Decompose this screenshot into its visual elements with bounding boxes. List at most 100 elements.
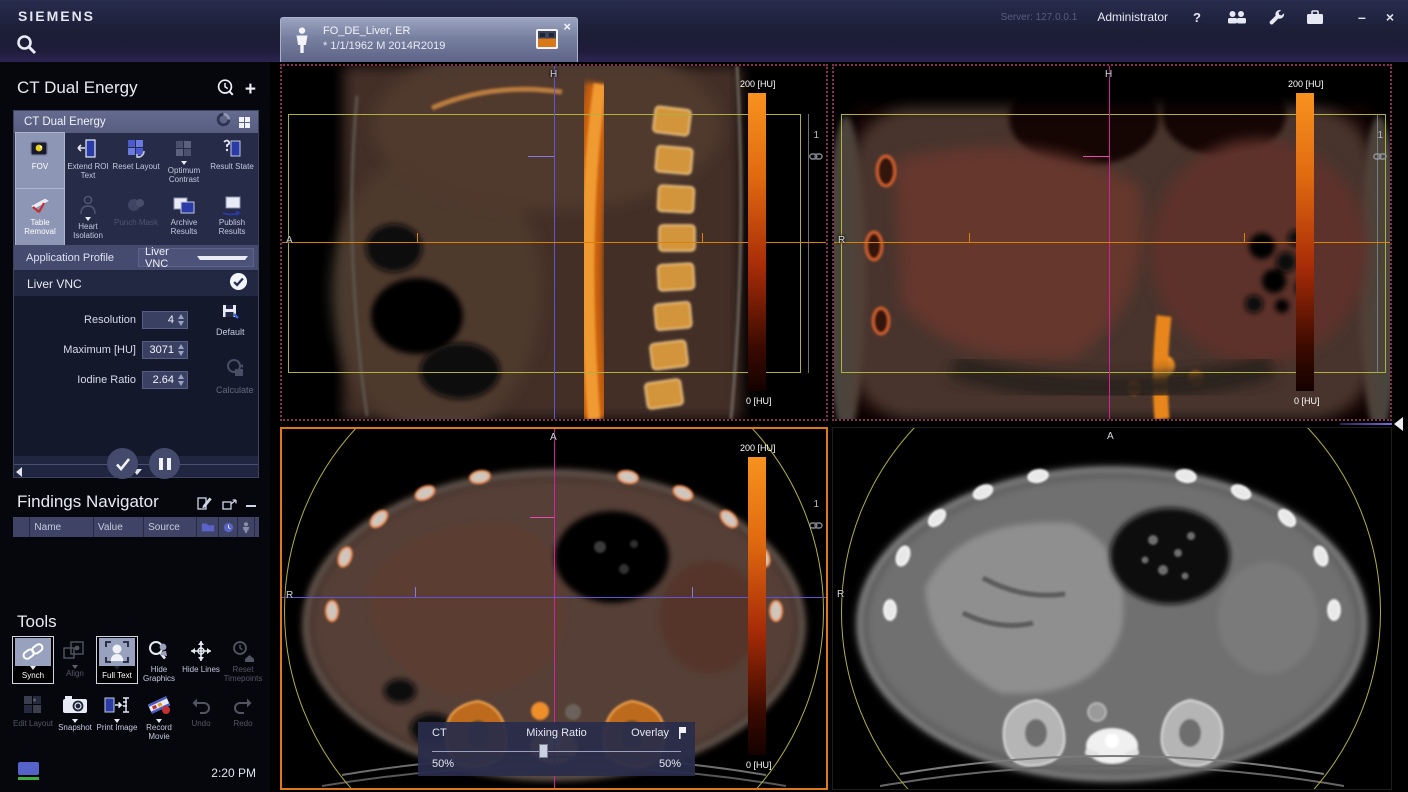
tool-reset-layout[interactable]: Reset Layout bbox=[112, 133, 160, 189]
tool-heart-isolation[interactable]: Heart Isolation bbox=[64, 189, 112, 245]
confirm-step-button[interactable] bbox=[107, 448, 138, 479]
tool-label: Reset Layout bbox=[112, 162, 159, 171]
iodine-ratio-input[interactable]: 2.64 bbox=[142, 371, 188, 389]
tool-full-text[interactable]: Full Text bbox=[96, 636, 138, 684]
findings-col-spacer bbox=[13, 517, 29, 537]
search-button[interactable] bbox=[15, 33, 39, 57]
tool-reset-timepoints: Reset Timepoints bbox=[222, 636, 264, 684]
crosshair-horizontal[interactable] bbox=[282, 242, 826, 243]
findings-col-value[interactable]: Value bbox=[94, 517, 143, 537]
spin-down-icon[interactable] bbox=[178, 321, 184, 326]
maximum-hu-input[interactable]: 3071 bbox=[142, 341, 188, 359]
findings-col-name[interactable]: Name bbox=[30, 517, 93, 537]
patient-tab[interactable]: FO_DE_Liver, ER * 1/1/1962 M 2014R2019 × bbox=[280, 17, 578, 62]
tool-archive-results[interactable]: Archive Results bbox=[160, 189, 208, 245]
tool-label: Punch Mask bbox=[114, 218, 158, 227]
stack-index-label: 1 bbox=[813, 499, 819, 510]
user-label: Administrator bbox=[1097, 10, 1168, 24]
tool-hide-graphics[interactable]: Hide Graphics bbox=[138, 636, 180, 684]
tool-result-state[interactable]: Result State bbox=[208, 133, 256, 189]
calculate-button: Calculate bbox=[216, 358, 254, 395]
resolution-input[interactable]: 4 bbox=[142, 311, 188, 329]
collapse-panel-arrow-icon[interactable] bbox=[1394, 417, 1403, 431]
tool-record-movie[interactable]: Record Movie bbox=[138, 690, 180, 742]
pause-icon bbox=[159, 458, 171, 470]
tool-label: Optimum Contrast bbox=[160, 166, 208, 184]
tool-synch[interactable]: Synch bbox=[12, 636, 54, 684]
edit-findings-icon[interactable] bbox=[197, 496, 213, 515]
resolution-label: Resolution bbox=[14, 314, 136, 326]
camera-icon bbox=[57, 691, 93, 719]
reset-layout-icon bbox=[123, 137, 149, 161]
panel-header[interactable]: CT Dual Energy bbox=[14, 111, 258, 133]
add-step-button[interactable]: + bbox=[245, 81, 256, 99]
pin-icon[interactable] bbox=[678, 726, 687, 744]
dropdown-caret-icon bbox=[85, 217, 91, 221]
panel-prev-arrow-icon[interactable] bbox=[16, 467, 22, 477]
patient-tab-close-button[interactable]: × bbox=[563, 19, 571, 34]
viewport-sagittal-fused[interactable]: H A 200 [HU] 0 [HU] 1 bbox=[280, 64, 828, 421]
orientation-marker-left: R bbox=[286, 590, 293, 601]
users-icon[interactable] bbox=[1226, 8, 1248, 26]
application-profile-select[interactable]: Liver VNC bbox=[138, 248, 254, 267]
default-button[interactable]: Default bbox=[216, 304, 245, 337]
help-button[interactable]: ? bbox=[1188, 8, 1206, 26]
spin-down-icon[interactable] bbox=[178, 381, 184, 386]
close-button[interactable]: × bbox=[1386, 10, 1394, 24]
history-icon[interactable] bbox=[216, 78, 235, 102]
mixing-ratio-slider-handle[interactable] bbox=[539, 744, 548, 758]
pause-step-button[interactable] bbox=[149, 448, 180, 479]
align-icon bbox=[57, 637, 93, 665]
colorbar-max-label: 200 [HU] bbox=[740, 443, 776, 453]
viewport-coronal-fused[interactable]: H R 200 [HU] 0 [HU] 1 bbox=[832, 64, 1392, 421]
fov-rectangle[interactable] bbox=[288, 114, 801, 373]
mixing-ratio-slider-track[interactable] bbox=[432, 751, 681, 752]
liver-vnc-section-header[interactable]: Liver VNC bbox=[14, 272, 258, 296]
connection-status-widget[interactable] bbox=[18, 762, 39, 775]
series-thumbnail-icon[interactable] bbox=[536, 29, 558, 49]
tool-label: Hide Lines bbox=[182, 665, 220, 674]
tool-snapshot[interactable]: Snapshot bbox=[54, 690, 96, 742]
briefcase-icon[interactable] bbox=[1306, 8, 1324, 26]
search-icon bbox=[15, 44, 39, 61]
tool-label: Print Image bbox=[97, 723, 138, 732]
tool-fov[interactable]: FOV bbox=[16, 133, 64, 189]
tool-optimum-contrast[interactable]: Optimum Contrast bbox=[160, 133, 208, 189]
minimize-button[interactable]: – bbox=[1358, 10, 1366, 24]
heart-isolation-icon bbox=[75, 193, 101, 217]
table-removal-icon bbox=[27, 193, 53, 217]
tool-hide-lines[interactable]: Hide Lines bbox=[180, 636, 222, 684]
spin-up-icon[interactable] bbox=[178, 344, 184, 349]
tool-publish-results[interactable]: Publish Results bbox=[208, 189, 256, 245]
findings-col-time[interactable] bbox=[219, 517, 237, 537]
tool-print-image[interactable]: Print Image bbox=[96, 690, 138, 742]
tool-redo: Redo bbox=[222, 690, 264, 742]
maximum-hu-row: Maximum [HU] 3071 bbox=[14, 340, 188, 360]
collapse-panel-icon[interactable] bbox=[246, 505, 256, 507]
orientation-marker-left: R bbox=[838, 235, 845, 246]
layout-grid-icon[interactable] bbox=[239, 117, 250, 128]
findings-col-source[interactable]: Source bbox=[144, 517, 196, 537]
tool-label: Result State bbox=[210, 162, 254, 171]
viewport-axial-ct[interactable]: A R bbox=[832, 427, 1392, 790]
detach-panel-icon[interactable] bbox=[222, 497, 237, 515]
spin-up-icon[interactable] bbox=[178, 374, 184, 379]
spin-down-icon[interactable] bbox=[178, 351, 184, 356]
tool-label: Table Removal bbox=[16, 218, 64, 236]
fov-circle[interactable] bbox=[841, 427, 1381, 790]
findings-table-header: Name Value Source bbox=[13, 517, 259, 537]
section-complete-check-icon[interactable] bbox=[229, 272, 248, 296]
hu-colorbar bbox=[748, 457, 766, 755]
tool-extend-roi-text[interactable]: Extend ROI Text bbox=[64, 133, 112, 189]
findings-col-folder[interactable] bbox=[197, 517, 218, 537]
tool-label: Redo bbox=[233, 719, 252, 728]
orientation-marker-top: A bbox=[1107, 431, 1114, 442]
findings-col-creator[interactable] bbox=[238, 517, 254, 537]
reset-timepoints-icon bbox=[225, 637, 261, 665]
tool-table-removal[interactable]: Table Removal bbox=[16, 189, 64, 245]
tool-label: Heart Isolation bbox=[64, 222, 112, 240]
wrench-icon[interactable] bbox=[1268, 8, 1286, 26]
spin-up-icon[interactable] bbox=[178, 314, 184, 319]
result-state-icon bbox=[219, 137, 245, 161]
crosshair-horizontal[interactable] bbox=[282, 597, 826, 598]
